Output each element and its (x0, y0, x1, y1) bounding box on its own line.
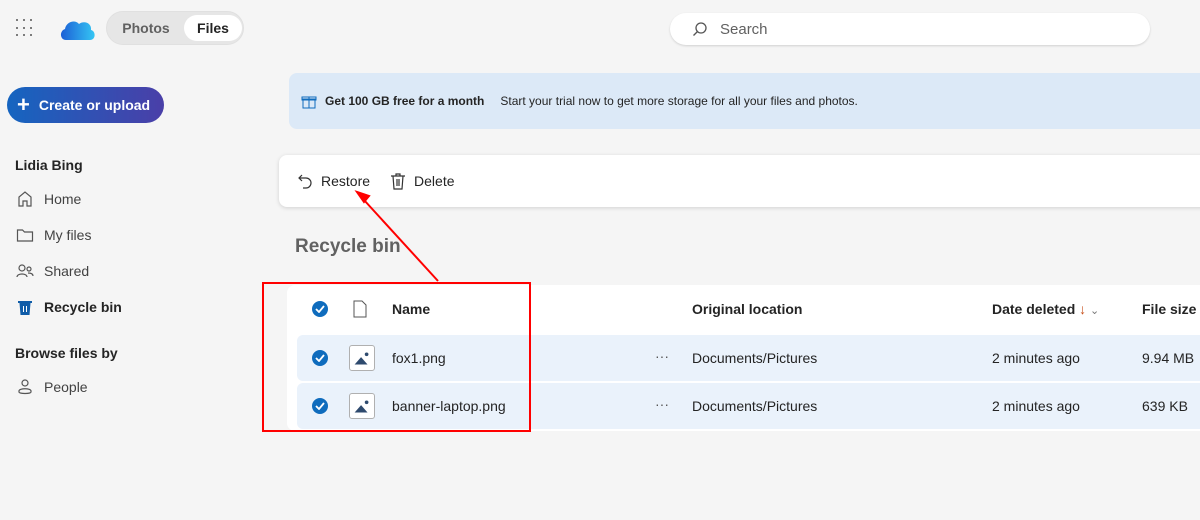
search-input[interactable]: Search (670, 13, 1150, 45)
sidebar-item-home[interactable]: Home (16, 189, 81, 209)
sidebar-item-shared[interactable]: Shared (16, 261, 89, 281)
command-bar: Restore Delete (279, 155, 1200, 207)
gift-icon (301, 96, 317, 109)
search-placeholder: Search (720, 20, 768, 38)
restore-button[interactable]: Restore (297, 173, 370, 189)
sidebar-item-label: My files (44, 227, 92, 243)
sidebar-item-my-files[interactable]: My files (16, 225, 91, 245)
sidebar-item-people[interactable]: People (16, 377, 88, 397)
tab-files[interactable]: Files (184, 15, 242, 41)
sidebar-item-recycle-bin[interactable]: Recycle bin (16, 297, 122, 317)
sidebar-item-label: Recycle bin (44, 299, 122, 315)
onedrive-logo (60, 21, 95, 40)
chevron-down-icon: ⌄ (1090, 305, 1100, 317)
column-original-location[interactable]: Original location (692, 301, 802, 317)
restore-label: Restore (321, 173, 371, 189)
view-switcher: Photos Files (106, 11, 244, 45)
trash-icon (391, 173, 406, 190)
promo-banner[interactable]: Get 100 GB free for a month Start your t… (289, 73, 1200, 129)
sidebar-item-label: People (44, 379, 88, 395)
column-date-deleted[interactable]: Date deleted ↓ ⌄ (992, 301, 1099, 317)
create-label: Create or upload (38, 97, 151, 113)
delete-button[interactable]: Delete (390, 172, 455, 190)
original-location: Documents/Pictures (692, 350, 818, 366)
file-size: 639 KB (1142, 398, 1188, 414)
original-location: Documents/Pictures (692, 398, 818, 414)
more-options-button[interactable]: ··· (655, 396, 669, 412)
column-file-size[interactable]: File size (1142, 301, 1196, 317)
more-options-button[interactable]: ··· (655, 348, 669, 364)
date-deleted: 2 minutes ago (992, 350, 1080, 366)
browse-heading: Browse files by (15, 345, 118, 361)
user-name: Lidia Bing (15, 157, 83, 173)
annotation-highlight-box (262, 282, 531, 432)
create-or-upload-button[interactable]: + Create or upload (7, 87, 164, 123)
sidebar-item-label: Shared (44, 263, 90, 279)
undo-icon (298, 174, 312, 189)
page-title: Recycle bin (295, 236, 401, 257)
home-icon (18, 191, 32, 207)
tab-photos[interactable]: Photos (111, 15, 181, 41)
banner-text: Start your trial now to get more storage… (500, 94, 858, 108)
plus-icon: + (17, 92, 30, 117)
column-label: Date deleted (992, 301, 1076, 317)
file-size: 9.94 MB (1142, 350, 1195, 366)
date-deleted: 2 minutes ago (992, 398, 1080, 414)
folder-icon (16, 229, 34, 242)
delete-label: Delete (414, 173, 455, 189)
banner-title: Get 100 GB free for a month (325, 94, 485, 108)
person-icon (18, 379, 32, 395)
sort-arrow-icon: ↓ (1079, 301, 1087, 317)
search-icon (693, 22, 707, 36)
sidebar-item-label: Home (44, 191, 82, 207)
trash-icon (18, 301, 32, 315)
people-icon (16, 264, 34, 278)
app-launcher-icon[interactable] (16, 19, 34, 37)
